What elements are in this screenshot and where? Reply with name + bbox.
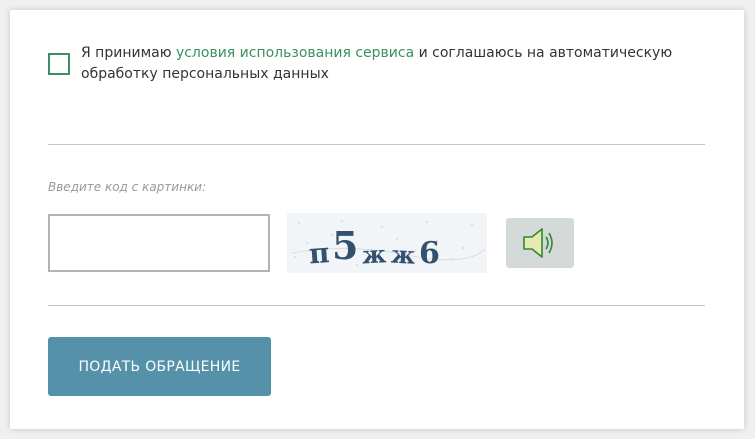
divider-bottom [48,305,705,306]
svg-text:п: п [308,236,331,270]
svg-text:5: 5 [332,223,358,268]
captcha-picture: п 5 ж ж 6 [291,220,486,271]
consent-checkbox[interactable] [48,53,70,75]
speaker-icon [523,228,553,258]
captcha-image: п 5 ж ж 6 [287,213,487,273]
captcha-input[interactable] [48,214,270,272]
appeal-form-card: Я принимаю условия использования сервиса… [10,10,744,429]
svg-text:6: 6 [419,236,440,271]
consent-text-before: Я принимаю [81,45,176,61]
divider-top [48,144,705,145]
svg-text:ж: ж [390,239,416,269]
submit-appeal-button[interactable]: ПОДАТЬ ОБРАЩЕНИЕ [48,337,271,396]
consent-row: Я принимаю условия использования сервиса… [48,43,708,85]
consent-text: Я принимаю условия использования сервиса… [81,43,708,85]
captcha-audio-button[interactable] [506,218,574,268]
terms-of-service-link[interactable]: условия использования сервиса [176,45,414,61]
captcha-label: Введите код с картинки: [48,180,207,194]
svg-text:ж: ж [361,239,387,269]
